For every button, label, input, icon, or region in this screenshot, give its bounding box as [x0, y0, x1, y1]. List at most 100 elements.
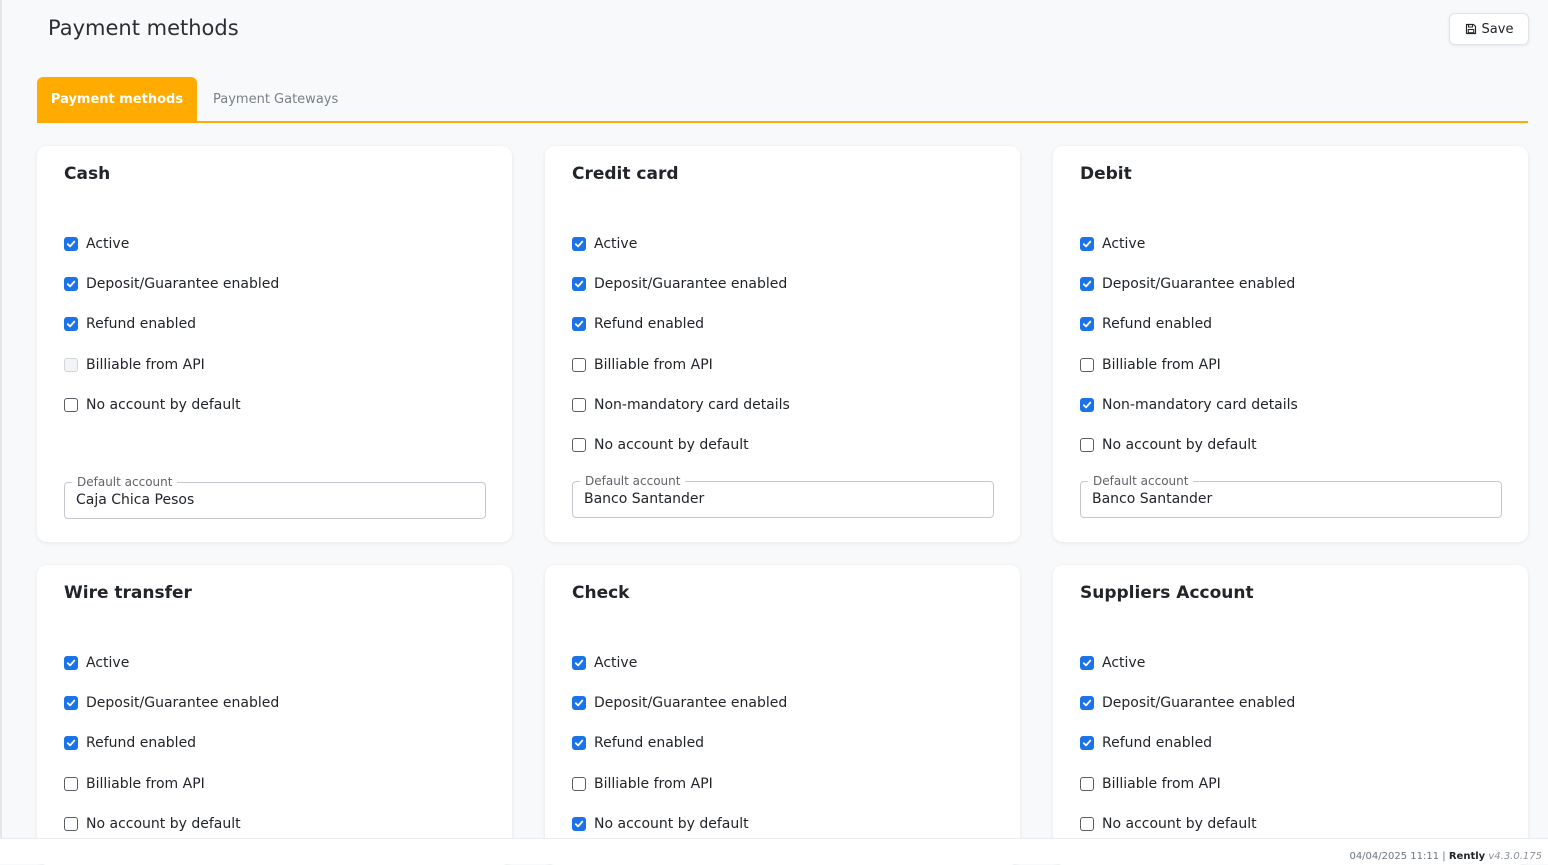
checkbox-label: Refund enabled — [1102, 316, 1213, 332]
checkbox-unchecked-icon[interactable] — [572, 358, 586, 372]
default-account-value: Banco Santander — [584, 491, 705, 507]
checkbox-label: No account by default — [594, 816, 749, 832]
footer-version: v4.3.0.175 — [1488, 851, 1542, 862]
checkbox-refund-enabled[interactable]: Refund enabled — [1080, 314, 1212, 334]
checkbox-no-account-by-default[interactable]: No account by default — [572, 814, 749, 834]
checkbox-checked-icon[interactable] — [1080, 696, 1094, 710]
checkbox-unchecked-icon[interactable] — [1080, 777, 1094, 791]
checkbox-deposit-guarantee-enabled[interactable]: Deposit/Guarantee enabled — [1080, 274, 1295, 294]
checkbox-non-mandatory-card-details[interactable]: Non-mandatory card details — [1080, 395, 1298, 415]
checkbox-deposit-guarantee-enabled[interactable]: Deposit/Guarantee enabled — [1080, 693, 1295, 713]
default-account-field[interactable]: Default account Banco Santander — [1080, 473, 1502, 518]
checkbox-label: Billiable from API — [1102, 776, 1221, 792]
checkbox-label: No account by default — [86, 816, 241, 832]
checkbox-checked-icon[interactable] — [1080, 277, 1094, 291]
checkbox-refund-enabled[interactable]: Refund enabled — [572, 733, 704, 753]
checkbox-label: Billiable from API — [594, 776, 713, 792]
checkbox-active[interactable]: Active — [1080, 653, 1145, 673]
checkbox-checked-icon[interactable] — [572, 237, 586, 251]
checkbox-unchecked-icon[interactable] — [572, 777, 586, 791]
tab-bar: Payment methods Payment Gateways — [37, 77, 1528, 123]
checkbox-checked-icon[interactable] — [1080, 656, 1094, 670]
checkbox-label: Refund enabled — [86, 735, 197, 751]
tab-payment-gateways[interactable]: Payment Gateways — [213, 77, 338, 121]
checkbox-active[interactable]: Active — [572, 653, 637, 673]
checkbox-billiable-from-api[interactable]: Billiable from API — [1080, 355, 1221, 375]
card-check: Check Active Deposit/Guarantee enabled Ref… — [545, 565, 1020, 865]
checkbox-checked-icon[interactable] — [64, 696, 78, 710]
checkbox-billiable-from-api[interactable]: Billiable from API — [64, 774, 205, 794]
checkbox-billiable-from-api[interactable]: Billiable from API — [572, 355, 713, 375]
checkbox-unchecked-icon[interactable] — [64, 777, 78, 791]
checkbox-unchecked-icon[interactable] — [64, 398, 78, 412]
checkbox-unchecked-icon — [64, 358, 78, 372]
checkbox-unchecked-icon[interactable] — [572, 398, 586, 412]
checkbox-checked-icon[interactable] — [572, 277, 586, 291]
footer-separator: | — [1442, 851, 1446, 862]
checkbox-checked-icon[interactable] — [1080, 237, 1094, 251]
checkbox-checked-icon[interactable] — [1080, 398, 1094, 412]
tab-payment-methods[interactable]: Payment methods — [37, 77, 197, 121]
checkbox-billiable-from-api[interactable]: Billiable from API — [1080, 774, 1221, 794]
default-account-field[interactable]: Default account Banco Santander — [572, 473, 994, 518]
default-account-label: Default account — [580, 473, 686, 489]
checkbox-checked-icon[interactable] — [1080, 317, 1094, 331]
checkbox-label: Active — [594, 236, 638, 252]
checkbox-unchecked-icon[interactable] — [572, 438, 586, 452]
checkbox-deposit-guarantee-enabled[interactable]: Deposit/Guarantee enabled — [64, 693, 279, 713]
checkbox-no-account-by-default[interactable]: No account by default — [1080, 814, 1257, 834]
card-cash: Cash Active Deposit/Guarantee enabled Refu… — [37, 146, 512, 542]
default-account-value: Banco Santander — [1092, 491, 1213, 507]
checkbox-label: Non-mandatory card details — [594, 397, 790, 413]
checkbox-refund-enabled[interactable]: Refund enabled — [64, 733, 196, 753]
checkbox-label: Deposit/Guarantee enabled — [594, 276, 788, 292]
left-edge-divider — [0, 0, 2, 864]
checkbox-unchecked-icon[interactable] — [1080, 438, 1094, 452]
default-account-field[interactable]: Default account Caja Chica Pesos — [64, 474, 486, 519]
checkbox-checked-icon[interactable] — [64, 237, 78, 251]
checkbox-active[interactable]: Active — [572, 234, 637, 254]
card-title: Wire transfer — [64, 583, 192, 603]
checkbox-label: Billiable from API — [1102, 357, 1221, 373]
card-debit: Debit Active Deposit/Guarantee enabled Ref… — [1053, 146, 1528, 542]
default-account-label: Default account — [72, 474, 178, 490]
checkbox-checked-icon[interactable] — [572, 317, 586, 331]
checkbox-checked-icon[interactable] — [572, 656, 586, 670]
checkbox-active[interactable]: Active — [1080, 234, 1145, 254]
checkbox-active[interactable]: Active — [64, 234, 129, 254]
card-title: Suppliers Account — [1080, 583, 1254, 603]
footer-datetime: 04/04/2025 11:11 — [1349, 851, 1440, 862]
footer-info: 04/04/2025 11:11 | Rently v4.3.0.175 — [1349, 851, 1542, 862]
checkbox-refund-enabled[interactable]: Refund enabled — [64, 314, 196, 334]
checkbox-label: Deposit/Guarantee enabled — [594, 695, 788, 711]
checkbox-no-account-by-default[interactable]: No account by default — [64, 814, 241, 834]
checkbox-unchecked-icon[interactable] — [64, 817, 78, 831]
checkbox-checked-icon[interactable] — [64, 317, 78, 331]
checkbox-checked-icon[interactable] — [1080, 736, 1094, 750]
checkbox-label: Active — [1102, 655, 1146, 671]
checkbox-checked-icon[interactable] — [572, 817, 586, 831]
checkbox-checked-icon[interactable] — [64, 736, 78, 750]
checkbox-refund-enabled[interactable]: Refund enabled — [1080, 733, 1212, 753]
checkbox-refund-enabled[interactable]: Refund enabled — [572, 314, 704, 334]
checkbox-unchecked-icon[interactable] — [1080, 358, 1094, 372]
checkbox-checked-icon[interactable] — [572, 736, 586, 750]
card-title: Check — [572, 583, 630, 603]
checkbox-deposit-guarantee-enabled[interactable]: Deposit/Guarantee enabled — [572, 693, 787, 713]
checkbox-label: No account by default — [1102, 816, 1257, 832]
checkbox-label: No account by default — [1102, 437, 1257, 453]
checkbox-non-mandatory-card-details[interactable]: Non-mandatory card details — [572, 395, 790, 415]
checkbox-checked-icon[interactable] — [64, 656, 78, 670]
checkbox-no-account-by-default[interactable]: No account by default — [572, 435, 749, 455]
checkbox-no-account-by-default[interactable]: No account by default — [1080, 435, 1257, 455]
checkbox-checked-icon[interactable] — [572, 696, 586, 710]
save-button[interactable]: Save — [1449, 13, 1529, 45]
checkbox-billiable-from-api[interactable]: Billiable from API — [572, 774, 713, 794]
footer-bar: 04/04/2025 11:11 | Rently v4.3.0.175 — [0, 838, 1548, 864]
checkbox-deposit-guarantee-enabled[interactable]: Deposit/Guarantee enabled — [64, 274, 279, 294]
checkbox-checked-icon[interactable] — [64, 277, 78, 291]
checkbox-unchecked-icon[interactable] — [1080, 817, 1094, 831]
checkbox-active[interactable]: Active — [64, 653, 129, 673]
checkbox-no-account-by-default[interactable]: No account by default — [64, 395, 241, 415]
checkbox-deposit-guarantee-enabled[interactable]: Deposit/Guarantee enabled — [572, 274, 787, 294]
